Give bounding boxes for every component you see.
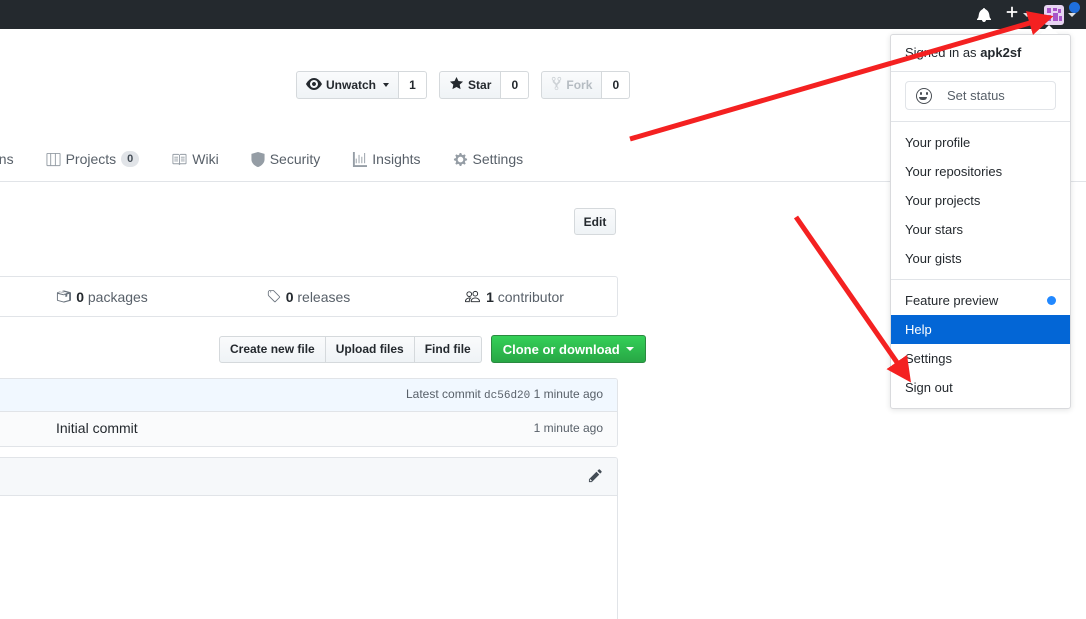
star-button[interactable]: Star (439, 71, 502, 99)
fork-label: Fork (566, 78, 593, 92)
menu-item-sign-out[interactable]: Sign out (891, 373, 1070, 402)
readme-body (0, 496, 617, 619)
file-action-buttons: Create new file Upload files Find file C… (219, 335, 646, 363)
tab-wiki-label: Wiki (192, 151, 219, 167)
menu-item-your-stars[interactable]: Your stars (891, 215, 1070, 244)
tab-projects[interactable]: Projects 0 (46, 151, 156, 179)
watch-count: 1 (399, 71, 428, 99)
menu-item-settings[interactable]: Settings (891, 344, 1070, 373)
eye-icon (306, 76, 322, 95)
watch-button-group: Unwatch 1 (296, 71, 428, 99)
dropdown-caret (1040, 25, 1058, 34)
fork-count: 0 (602, 71, 631, 99)
plus-icon (1005, 5, 1019, 24)
menu-item-your-profile[interactable]: Your profile (891, 128, 1070, 157)
set-status-section: Set status (891, 72, 1070, 122)
contributors-count: 1 contributor (486, 288, 564, 305)
graph-icon (352, 151, 368, 167)
gear-icon (453, 152, 468, 167)
readme-box (0, 457, 618, 619)
upload-files-button[interactable]: Upload files (325, 335, 415, 363)
file-row: Initial commit 1 minute ago (0, 412, 617, 446)
repo-summary-items: 0 packages 0 releases 1 contributor (0, 277, 617, 316)
tag-icon (266, 289, 281, 304)
menu-item-your-gists[interactable]: Your gists (891, 244, 1070, 273)
clone-or-download-label: Clone or download (502, 341, 620, 357)
tab-security-label: Security (269, 151, 321, 167)
user-dropdown-menu: Signed in as apk2sf Set status Your prof… (890, 34, 1071, 409)
signed-in-as: Signed in as apk2sf (891, 35, 1070, 72)
signed-in-username: apk2sf (980, 45, 1022, 60)
unwatch-label: Unwatch (326, 78, 377, 92)
menu-item-your-repositories[interactable]: Your repositories (891, 157, 1070, 186)
tab-insights-label: Insights (372, 151, 421, 167)
tab-security[interactable]: Security (251, 151, 337, 179)
set-status-label: Set status (947, 88, 1005, 103)
dropdown-group-secondary: Feature preview Help Settings Sign out (891, 279, 1070, 408)
latest-commit-time: 1 minute ago (533, 387, 603, 401)
dropdown-group-primary: Your profile Your repositories Your proj… (891, 122, 1070, 279)
fork-button-group: Fork 0 (541, 71, 631, 99)
releases-count: 0 releases (285, 288, 351, 305)
find-file-button[interactable]: Find file (414, 335, 482, 363)
repo-summary-box: 0 packages 0 releases 1 contributor (0, 276, 618, 317)
project-board-icon (46, 152, 61, 167)
latest-commit-header: Latest commit dc56d20 1 minute ago (0, 379, 617, 412)
avatar (1044, 4, 1064, 25)
commit-message[interactable]: Initial commit (56, 420, 138, 436)
chevron-down-icon (1023, 12, 1031, 17)
contributors-summary[interactable]: 1 contributor (411, 289, 617, 305)
create-new-file-button[interactable]: Create new file (219, 335, 326, 363)
menu-item-help[interactable]: Help (891, 315, 1070, 344)
tab-settings[interactable]: Settings (453, 151, 540, 179)
commit-list-box: Latest commit dc56d20 1 minute ago Initi… (0, 378, 618, 447)
global-header-actions (976, 0, 1080, 29)
fork-icon (551, 76, 562, 94)
tab-actions[interactable]: tions (0, 151, 30, 179)
repo-social-actions: Unwatch 1 Star 0 Fork 0 (296, 71, 631, 99)
user-avatar-menu[interactable] (1044, 1, 1080, 25)
tab-settings-label: Settings (472, 151, 524, 167)
menu-item-feature-preview[interactable]: Feature preview (891, 286, 1070, 315)
pencil-icon[interactable] (588, 468, 603, 483)
tab-wiki[interactable]: Wiki (171, 151, 234, 179)
signed-in-prefix: Signed in as (905, 45, 977, 60)
commit-relative-time: 1 minute ago (533, 421, 603, 435)
shield-icon (251, 151, 265, 167)
global-header (0, 0, 1086, 29)
menu-item-your-projects[interactable]: Your projects (891, 186, 1070, 215)
packages-count: 0 packages (76, 288, 148, 305)
tab-insights[interactable]: Insights (352, 151, 436, 179)
fork-button[interactable]: Fork (541, 71, 603, 99)
clone-or-download-button[interactable]: Clone or download (490, 335, 646, 363)
package-icon (56, 289, 72, 304)
edit-about-button[interactable]: Edit (574, 208, 616, 235)
smiley-icon (916, 87, 932, 104)
tab-projects-label: Projects (65, 151, 117, 167)
feature-preview-dot-icon (1047, 296, 1056, 305)
unwatch-button[interactable]: Unwatch (296, 71, 400, 99)
book-icon (171, 152, 187, 167)
latest-commit-text: Latest commit dc56d20 1 minute ago (406, 387, 603, 402)
notifications-bell-icon[interactable] (976, 7, 992, 23)
people-icon (464, 289, 481, 304)
notification-dot-icon (1069, 1, 1080, 13)
readme-header (0, 458, 617, 496)
create-new-menu[interactable] (1005, 5, 1031, 24)
latest-commit-prefix: Latest commit (406, 387, 481, 401)
star-button-group: Star 0 (439, 71, 530, 99)
star-count: 0 (501, 71, 530, 99)
star-icon (449, 76, 464, 94)
star-label: Star (468, 78, 492, 92)
chevron-down-icon (383, 83, 390, 87)
commit-sha[interactable]: dc56d20 (484, 390, 530, 402)
chevron-down-icon (625, 347, 634, 351)
chevron-down-icon (1068, 12, 1076, 17)
releases-summary[interactable]: 0 releases (205, 289, 411, 305)
tab-projects-count: 0 (121, 151, 140, 167)
tab-actions-label: tions (0, 151, 14, 167)
packages-summary[interactable]: 0 packages (0, 289, 205, 305)
set-status-button[interactable]: Set status (905, 81, 1056, 110)
